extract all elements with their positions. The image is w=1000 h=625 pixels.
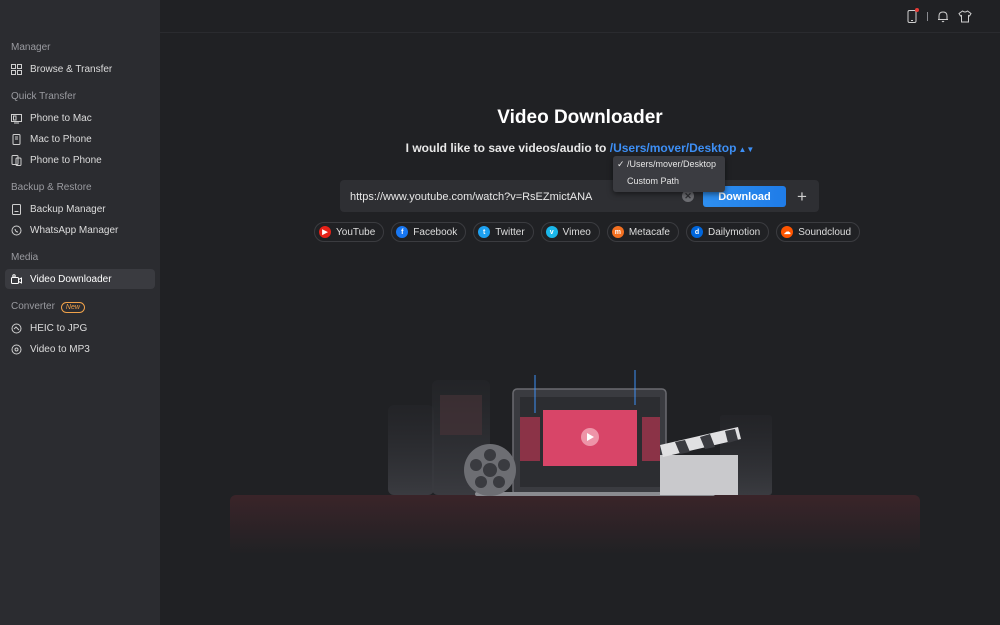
site-vimeo[interactable]: v Vimeo [540, 222, 600, 242]
topbar [160, 0, 1000, 33]
sidebar-item-whatsapp-manager[interactable]: WhatsApp Manager [5, 220, 155, 240]
site-metacafe[interactable]: m Metacafe [606, 222, 679, 242]
phone-to-mac-icon [11, 113, 22, 124]
section-title-converter: Converter New [0, 297, 160, 317]
sidebar: Manager Browse & Transfer Quick Transfer… [0, 0, 160, 625]
site-soundcloud[interactable]: ☁ Soundcloud [776, 222, 861, 242]
sidebar-item-label: Backup Manager [30, 203, 106, 215]
sidebar-item-label: Video Downloader [30, 273, 112, 285]
site-dailymotion[interactable]: d Dailymotion [685, 222, 770, 242]
youtube-icon: ▶ [319, 226, 331, 238]
video-downloader-icon [11, 273, 22, 285]
notification-dot [915, 8, 919, 12]
path-dropdown: ✓ /Users/mover/Desktop Custom Path [613, 156, 725, 192]
save-path-selector[interactable]: /Users/mover/Desktop [610, 141, 737, 155]
save-prefix-text: I would like to save videos/audio to [405, 141, 607, 155]
site-facebook[interactable]: f Facebook [391, 222, 467, 242]
backup-icon [11, 203, 22, 215]
add-url-button[interactable]: + [792, 186, 812, 207]
site-label: YouTube [336, 226, 376, 238]
phone-to-phone-icon [11, 154, 22, 166]
section-title-backup-restore: Backup & Restore [11, 182, 92, 193]
section-title-quick-transfer: Quick Transfer [11, 91, 77, 102]
sidebar-item-phone-to-phone[interactable]: Phone to Phone [5, 150, 155, 170]
top-icons [905, 8, 972, 23]
site-youtube[interactable]: ▶ YouTube [314, 222, 385, 242]
sidebar-item-label: Phone to Phone [30, 154, 102, 166]
grid-icon [11, 63, 22, 75]
page-title: Video Downloader [497, 107, 663, 128]
sidebar-item-heic-to-jpg[interactable]: HEIC to JPG [5, 318, 155, 338]
sidebar-item-label: Mac to Phone [30, 133, 92, 145]
site-label: Soundcloud [798, 226, 852, 238]
metacafe-icon: m [611, 226, 624, 238]
sidebar-item-backup-manager[interactable]: Backup Manager [5, 199, 155, 219]
sidebar-item-label: WhatsApp Manager [30, 224, 119, 236]
shirt-icon[interactable] [958, 9, 972, 23]
site-list: ▶ YouTube f Facebook t Twitter v Vimeo m… [314, 222, 861, 242]
save-path-line: I would like to save videos/audio to /Us… [160, 141, 1000, 155]
heic-icon [11, 323, 22, 334]
downloader-illustration [230, 370, 920, 555]
site-label: Vimeo [562, 226, 591, 238]
sidebar-item-label: HEIC to JPG [30, 322, 88, 334]
bell-icon[interactable] [936, 9, 950, 23]
device-icon[interactable] [905, 8, 919, 23]
app-window: Manager Browse & Transfer Quick Transfer… [0, 0, 1000, 625]
sidebar-item-video-downloader[interactable]: Video Downloader [5, 269, 155, 289]
site-label: Twitter [495, 226, 525, 238]
dropdown-option-label: /Users/mover/Desktop [627, 159, 717, 169]
sidebar-item-phone-to-mac[interactable]: Phone to Mac [5, 108, 155, 128]
twitter-icon: t [478, 226, 491, 238]
facebook-icon: f [396, 226, 409, 238]
new-badge: New [60, 301, 85, 313]
top-separator [927, 11, 928, 21]
dailymotion-icon: d [690, 226, 703, 238]
check-icon: ✓ [617, 159, 625, 169]
sidebar-item-label: Video to MP3 [30, 343, 90, 355]
site-label: Dailymotion [707, 226, 761, 238]
sidebar-item-mac-to-phone[interactable]: Mac to Phone [5, 129, 155, 149]
mp3-icon [11, 344, 22, 355]
site-label: Facebook [413, 226, 458, 238]
main-panel: Video Downloader I would like to save vi… [160, 0, 1000, 625]
site-twitter[interactable]: t Twitter [473, 222, 534, 242]
site-label: Metacafe [628, 226, 670, 238]
dropdown-option-custom-path[interactable]: Custom Path [613, 173, 725, 190]
updown-arrow-icon[interactable]: ▲▼ [738, 145, 754, 154]
dropdown-option-desktop[interactable]: ✓ /Users/mover/Desktop [613, 156, 725, 173]
sidebar-item-browse-transfer[interactable]: Browse & Transfer [5, 59, 155, 79]
soundcloud-icon: ☁ [781, 226, 794, 238]
section-title-text: Converter [11, 301, 55, 312]
section-title-manager: Manager [11, 42, 51, 53]
mac-to-phone-icon [11, 133, 22, 145]
vimeo-icon: v [545, 226, 558, 238]
whatsapp-icon [11, 225, 22, 236]
sidebar-item-video-to-mp3[interactable]: Video to MP3 [5, 339, 155, 359]
sidebar-item-label: Browse & Transfer [30, 63, 113, 75]
url-bar: ✕ Download + [340, 180, 819, 212]
dropdown-option-label: Custom Path [627, 176, 680, 186]
sidebar-item-label: Phone to Mac [30, 112, 92, 124]
section-title-media: Media [11, 252, 39, 263]
